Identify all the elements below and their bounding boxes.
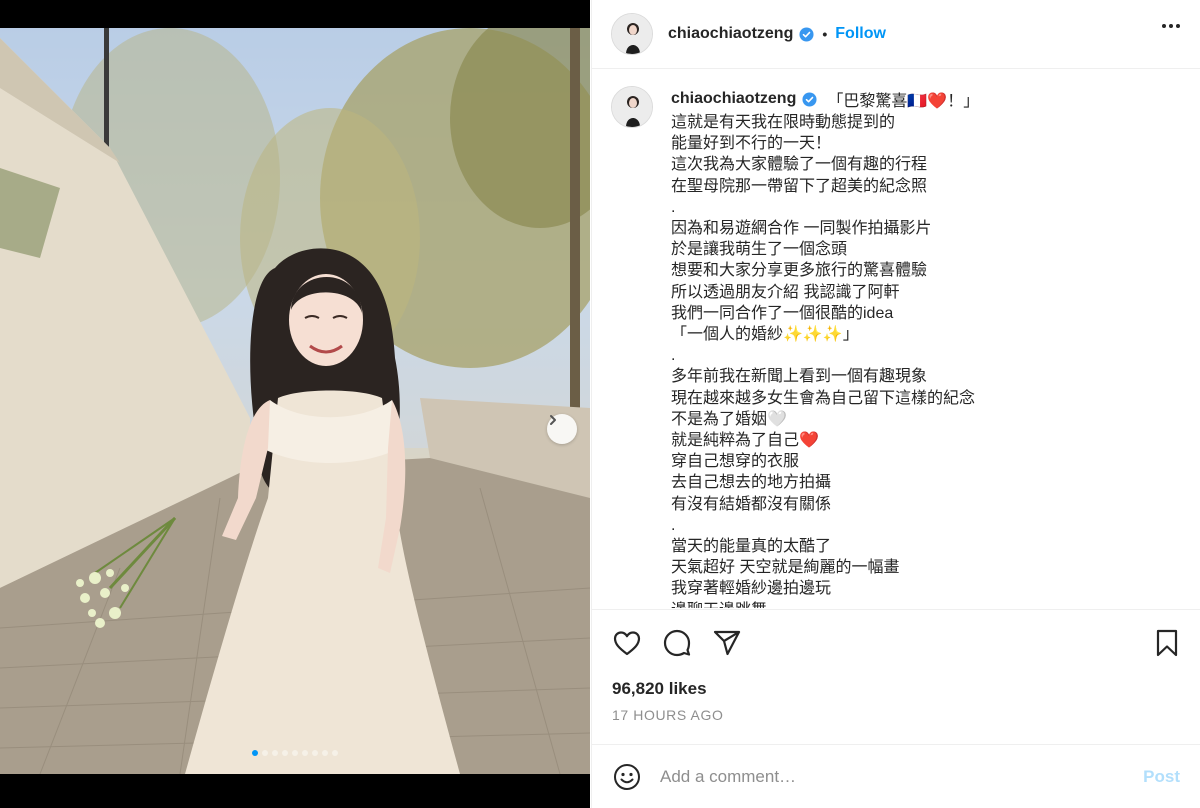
carousel-dot — [262, 750, 268, 756]
emoji-button[interactable] — [612, 762, 642, 792]
carousel-dot — [292, 750, 298, 756]
header-username[interactable]: chiaochiaotzeng — [668, 25, 793, 43]
carousel-dot — [332, 750, 338, 756]
avatar-image — [612, 14, 652, 54]
verified-badge-icon — [799, 26, 814, 42]
caption-line: 因為和易遊網合作 一同製作拍攝影片 — [671, 220, 932, 238]
verified-badge-icon — [802, 91, 817, 107]
avatar-image — [612, 87, 652, 127]
caption-line: 「巴黎驚喜🇫🇷❤️！」 — [827, 93, 980, 110]
likes-count[interactable]: 96,820 likes — [612, 679, 707, 699]
heart-icon — [613, 631, 641, 656]
follow-button[interactable]: Follow — [835, 25, 886, 43]
caption-username[interactable]: chiaochiaotzeng — [671, 90, 796, 108]
save-button[interactable] — [1152, 628, 1182, 658]
caption-line: 我穿著輕婚紗邊拍邊玩 — [671, 580, 832, 598]
caption-line: 就是純粹為了自己❤️ — [671, 432, 819, 450]
carousel-dot — [312, 750, 318, 756]
caption-line: 天氣超好 天空就是絢麗的一幅畫 — [671, 559, 900, 577]
caption-line: 能量好到不行的一天！ — [671, 135, 832, 153]
carousel-dots — [0, 750, 590, 756]
bookmark-icon — [1156, 629, 1178, 657]
caption-line: 多年前我在新聞上看到一個有趣現象 — [671, 368, 928, 386]
caption-line: 在聖母院那一帶留下了超美的紀念照 — [671, 177, 928, 195]
caption-line: 我們一同合作了一個很酷的idea — [671, 304, 894, 322]
carousel-dot — [302, 750, 308, 756]
caption-area: chiaochiaotzeng 「巴黎驚喜🇫🇷❤️！」 這就是有天我在限時動態提… — [592, 70, 1200, 608]
avatar[interactable] — [611, 13, 653, 55]
caption-line: 去自己想去的地方拍攝 — [671, 474, 832, 492]
comment-button[interactable] — [662, 628, 692, 658]
carousel-dot — [322, 750, 328, 756]
carousel-dot — [282, 750, 288, 756]
caption-line: 於是讓我萌生了一個念頭 — [671, 241, 848, 259]
carousel-dot — [252, 750, 258, 756]
header-separator: • — [822, 26, 828, 42]
emoji-icon — [614, 763, 640, 790]
post-header: chiaochiaotzeng • Follow — [592, 0, 1200, 69]
comment-bar: Post — [592, 744, 1200, 808]
caption-line: 「一個人的婚紗✨✨✨」 — [671, 326, 859, 344]
carousel-dot — [272, 750, 278, 756]
caption-line: 現在越來越多女生會為自己留下這樣的紀念 — [671, 389, 976, 407]
caption-line: 想要和大家分享更多旅行的驚喜體驗 — [671, 262, 928, 280]
caption-line: 穿自己想穿的衣服 — [671, 453, 800, 471]
caption-line: 這次我為大家體驗了一個有趣的行程 — [671, 156, 928, 174]
post-media — [0, 0, 590, 808]
share-button[interactable] — [712, 628, 742, 658]
share-icon — [713, 630, 741, 656]
comment-input[interactable] — [660, 766, 1110, 787]
caption-line: 這就是有天我在限時動態提到的 — [671, 114, 896, 131]
caption-avatar[interactable] — [611, 86, 653, 128]
post-photo[interactable] — [0, 28, 590, 774]
caption-line: . — [671, 516, 676, 534]
post-details: chiaochiaotzeng • Follow chiaochiaotzeng — [591, 0, 1200, 808]
actions-bar: 96,820 likes 17 HOURS AGO — [592, 609, 1200, 743]
caption-line: . — [671, 347, 676, 365]
caption-line: . — [671, 198, 676, 216]
like-button[interactable] — [612, 628, 642, 658]
caption-text: 這就是有天我在限時動態提到的 能量好到不行的一天！ 這次我為大家體驗了一個有趣的行程… — [671, 112, 1200, 608]
caption-line: 邊聊天邊跳舞 — [671, 600, 1200, 608]
photo-illustration — [0, 28, 590, 774]
post-timestamp[interactable]: 17 HOURS AGO — [612, 707, 723, 723]
more-options-icon[interactable] — [1162, 24, 1180, 28]
caption-line: 所以透過朋友介紹 我認識了阿軒 — [671, 283, 900, 301]
comment-icon — [663, 629, 691, 657]
caption-line: 有沒有結婚都沒有關係 — [671, 495, 832, 513]
post-comment-button[interactable]: Post — [1143, 767, 1180, 787]
caption-line: 不是為了婚姻🤍 — [671, 410, 787, 428]
caption-line: 當天的能量真的太酷了 — [671, 538, 832, 556]
chevron-right-icon — [550, 415, 556, 425]
next-slide-button[interactable] — [547, 414, 577, 444]
